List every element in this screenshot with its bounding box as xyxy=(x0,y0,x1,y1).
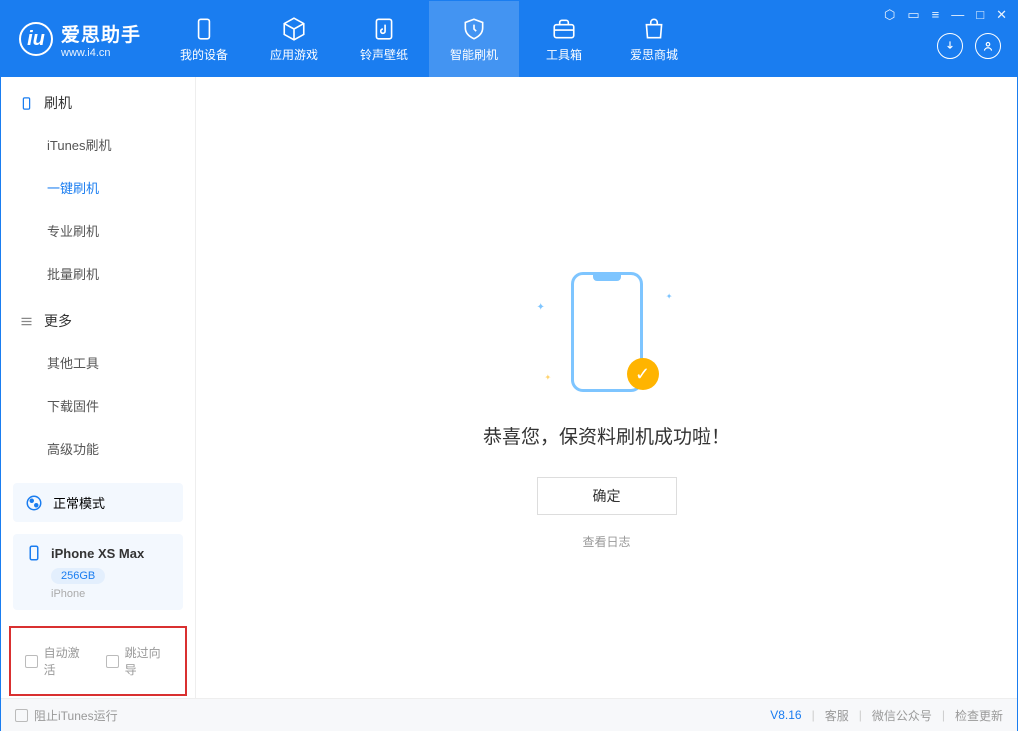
app-url: www.i4.cn xyxy=(61,47,141,59)
nav-smart-flash[interactable]: 智能刷机 xyxy=(429,1,519,77)
shield-icon xyxy=(461,16,487,42)
main-content: ✦✦✦ ✓ 恭喜您，保资料刷机成功啦！ 确定 查看日志 xyxy=(196,77,1017,698)
nav-toolbox[interactable]: 工具箱 xyxy=(519,1,609,77)
auto-activate-checkbox[interactable]: 自动激活 xyxy=(25,644,90,678)
footer-link-wechat[interactable]: 微信公众号 xyxy=(872,707,932,724)
window-controls: ⬡ ▭ ≡ — □ ✕ xyxy=(884,7,1007,23)
music-icon xyxy=(371,16,397,42)
note-icon[interactable]: ▭ xyxy=(907,7,919,23)
device-name: iPhone XS Max xyxy=(51,546,144,561)
logo-block: iu 爱思助手 www.i4.cn xyxy=(1,1,159,77)
nav-tabs: 我的设备 应用游戏 铃声壁纸 智能刷机 工具箱 爱思商城 xyxy=(159,1,699,77)
block-itunes-checkbox[interactable]: 阻止iTunes运行 xyxy=(15,707,118,724)
bag-icon xyxy=(641,16,667,42)
nav-apps-games[interactable]: 应用游戏 xyxy=(249,1,339,77)
success-message: 恭喜您，保资料刷机成功啦！ xyxy=(483,422,730,449)
shirt-icon[interactable]: ⬡ xyxy=(884,7,895,23)
sidebar-item-other-tools[interactable]: 其他工具 xyxy=(1,341,195,384)
app-header: iu 爱思助手 www.i4.cn 我的设备 应用游戏 铃声壁纸 智能刷机 工具… xyxy=(1,1,1017,77)
sidebar: 刷机 iTunes刷机 一键刷机 专业刷机 批量刷机 更多 其他工具 下载固件 … xyxy=(1,77,196,698)
menu-icon[interactable]: ≡ xyxy=(932,7,940,23)
list-icon xyxy=(19,314,34,329)
sidebar-item-advanced[interactable]: 高级功能 xyxy=(1,427,195,470)
device-icon xyxy=(191,16,217,42)
user-icon[interactable] xyxy=(975,33,1001,59)
options-row: 自动激活 跳过向导 xyxy=(9,626,187,696)
view-log-link[interactable]: 查看日志 xyxy=(582,533,630,550)
download-icon[interactable] xyxy=(937,33,963,59)
nav-ringtones[interactable]: 铃声壁纸 xyxy=(339,1,429,77)
section-more: 更多 xyxy=(1,295,195,341)
mode-label: 正常模式 xyxy=(53,493,105,512)
device-card[interactable]: iPhone XS Max 256GB iPhone xyxy=(13,534,183,610)
maximize-button[interactable]: □ xyxy=(976,7,984,23)
device-type: iPhone xyxy=(51,588,85,600)
cube-icon xyxy=(281,16,307,42)
sidebar-item-oneclick-flash[interactable]: 一键刷机 xyxy=(1,166,195,209)
skip-guide-checkbox[interactable]: 跳过向导 xyxy=(106,644,171,678)
sidebar-item-pro-flash[interactable]: 专业刷机 xyxy=(1,209,195,252)
confirm-button[interactable]: 确定 xyxy=(537,477,677,515)
footer-link-update[interactable]: 检查更新 xyxy=(955,707,1003,724)
toolbox-icon xyxy=(551,16,577,42)
logo-icon: iu xyxy=(19,22,53,56)
nav-store[interactable]: 爱思商城 xyxy=(609,1,699,77)
sidebar-item-itunes-flash[interactable]: iTunes刷机 xyxy=(1,123,195,166)
device-phone-icon xyxy=(25,544,43,562)
phone-icon xyxy=(19,96,34,111)
footer: 阻止iTunes运行 V8.16 | 客服 | 微信公众号 | 检查更新 xyxy=(1,698,1017,731)
version-label: V8.16 xyxy=(770,708,801,722)
minimize-button[interactable]: — xyxy=(951,7,964,23)
success-illustration: ✦✦✦ ✓ xyxy=(527,262,687,402)
footer-link-support[interactable]: 客服 xyxy=(825,707,849,724)
mode-icon xyxy=(25,494,43,512)
sidebar-item-download-firmware[interactable]: 下载固件 xyxy=(1,384,195,427)
check-badge-icon: ✓ xyxy=(627,358,659,390)
sidebar-item-batch-flash[interactable]: 批量刷机 xyxy=(1,252,195,295)
app-title: 爱思助手 xyxy=(61,20,141,47)
nav-my-device[interactable]: 我的设备 xyxy=(159,1,249,77)
close-button[interactable]: ✕ xyxy=(996,7,1007,23)
device-capacity: 256GB xyxy=(51,568,105,584)
mode-card[interactable]: 正常模式 xyxy=(13,483,183,522)
section-flash: 刷机 xyxy=(1,77,195,123)
